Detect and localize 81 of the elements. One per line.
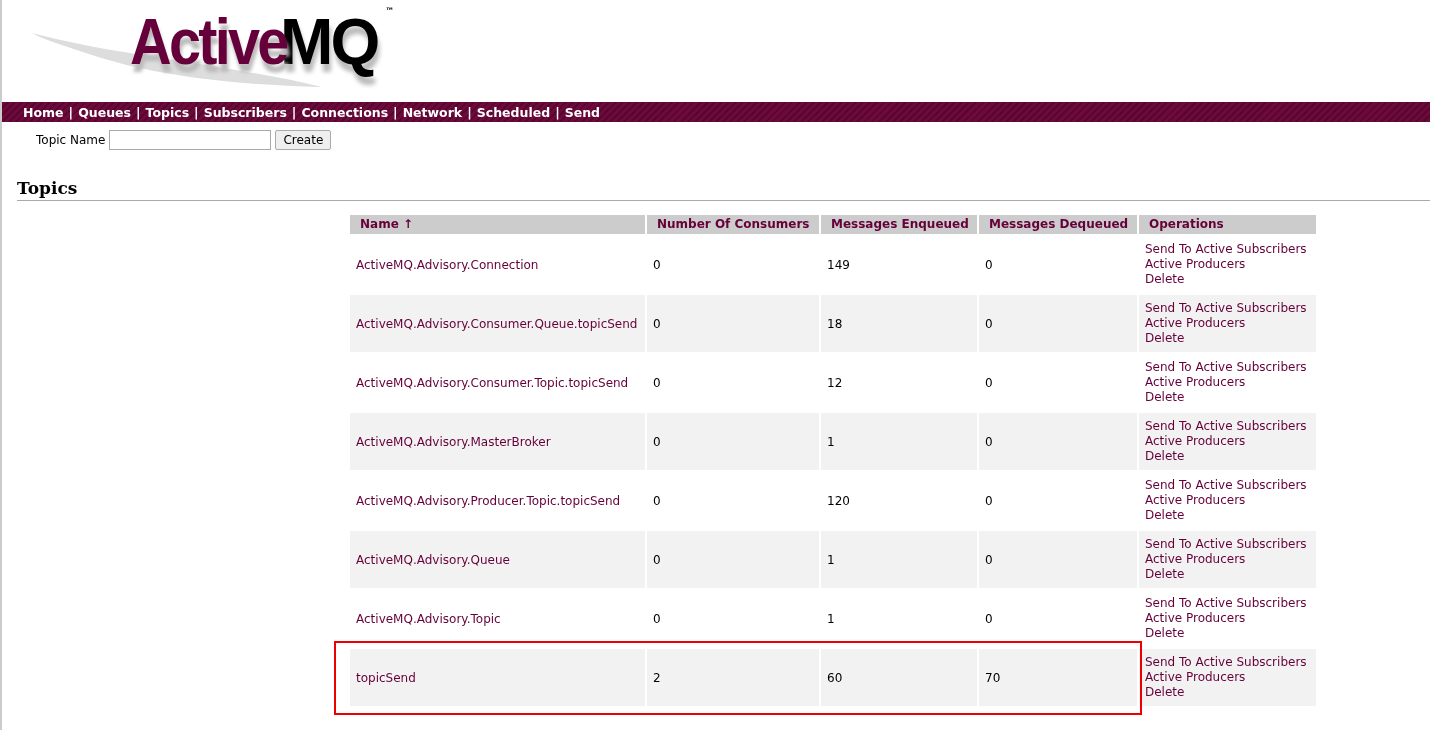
enqueued-count: 1 xyxy=(827,552,835,567)
column-header[interactable]: Name ↑ xyxy=(350,215,645,234)
dequeued-count: 70 xyxy=(985,670,1001,685)
column-header: Number Of Consumers xyxy=(647,215,819,234)
operation-link[interactable]: Delete xyxy=(1145,508,1310,523)
consumers-count: 0 xyxy=(653,552,661,567)
operation-link[interactable]: Delete xyxy=(1145,567,1310,582)
dequeued-count: 0 xyxy=(985,493,993,508)
consumers-count: 0 xyxy=(653,257,661,272)
operation-link[interactable]: Send To Active Subscribers xyxy=(1145,655,1310,670)
operation-link[interactable]: Send To Active Subscribers xyxy=(1145,596,1310,611)
topic-name-label: Topic Name xyxy=(36,133,106,147)
operation-link[interactable]: Delete xyxy=(1145,449,1310,464)
nav-separator: | xyxy=(194,104,199,120)
nav-link[interactable]: Network xyxy=(402,104,463,120)
column-header: Messages Enqueued xyxy=(821,215,977,234)
nav-separator: | xyxy=(467,104,472,120)
consumers-count: 0 xyxy=(653,611,661,626)
consumers-count: 0 xyxy=(653,375,661,390)
dequeued-count: 0 xyxy=(985,434,993,449)
topic-link[interactable]: ActiveMQ.Advisory.Queue xyxy=(356,552,510,567)
topic-link[interactable]: ActiveMQ.Advisory.Consumer.Queue.topicSend xyxy=(356,316,638,331)
operation-link[interactable]: Send To Active Subscribers xyxy=(1145,478,1310,493)
nav-separator: | xyxy=(291,104,297,120)
operation-link[interactable]: Send To Active Subscribers xyxy=(1145,242,1310,257)
consumers-count: 0 xyxy=(653,493,661,508)
operation-link[interactable]: Send To Active Subscribers xyxy=(1145,360,1310,375)
enqueued-count: 60 xyxy=(827,670,843,685)
enqueued-count: 120 xyxy=(827,493,850,508)
operation-link[interactable]: Delete xyxy=(1145,331,1310,346)
topic-link[interactable]: ActiveMQ.Advisory.Topic xyxy=(356,611,501,626)
operation-link[interactable]: Delete xyxy=(1145,626,1310,641)
create-button[interactable]: Create xyxy=(275,130,332,150)
nav-link[interactable]: Home xyxy=(23,104,64,120)
column-header: Operations xyxy=(1139,215,1316,234)
nav-separator: | xyxy=(135,104,141,120)
enqueued-count: 18 xyxy=(827,316,843,331)
operation-link[interactable]: Active Producers xyxy=(1145,611,1310,626)
nav-link[interactable]: Topics xyxy=(145,104,190,120)
operation-link[interactable]: Delete xyxy=(1145,685,1310,700)
consumers-count: 2 xyxy=(653,670,661,685)
nav-link[interactable]: Subscribers xyxy=(203,104,287,120)
enqueued-count: 149 xyxy=(827,257,850,272)
operation-link[interactable]: Active Producers xyxy=(1145,670,1310,685)
nav-link[interactable]: Queues xyxy=(78,104,131,120)
nav-separator: | xyxy=(393,104,398,120)
dequeued-count: 0 xyxy=(985,611,993,626)
column-header: Messages Dequeued xyxy=(979,215,1137,234)
nav-link[interactable]: Send xyxy=(564,104,601,120)
nav-separator: | xyxy=(555,104,560,120)
topic-link[interactable]: ActiveMQ.Advisory.Connection xyxy=(356,257,539,272)
operation-link[interactable]: Active Producers xyxy=(1145,257,1310,272)
dequeued-count: 0 xyxy=(985,375,993,390)
topic-name-input[interactable] xyxy=(109,130,272,150)
topic-link[interactable]: ActiveMQ.Advisory.MasterBroker xyxy=(356,434,551,449)
trademark-mark: ™ xyxy=(385,6,395,16)
consumers-count: 0 xyxy=(653,434,661,449)
topic-link[interactable]: ActiveMQ.Advisory.Producer.Topic.topicSend xyxy=(356,493,621,508)
operation-link[interactable]: Active Producers xyxy=(1145,316,1310,331)
enqueued-count: 1 xyxy=(827,611,835,626)
nav-separator: | xyxy=(68,104,74,120)
operation-link[interactable]: Active Producers xyxy=(1145,552,1310,567)
enqueued-count: 12 xyxy=(827,375,843,390)
enqueued-count: 1 xyxy=(827,434,835,449)
dequeued-count: 0 xyxy=(985,552,993,567)
topic-link[interactable]: ActiveMQ.Advisory.Consumer.Topic.topicSend xyxy=(356,375,629,390)
operation-link[interactable]: Active Producers xyxy=(1145,434,1310,449)
nav-link[interactable]: Scheduled xyxy=(476,104,551,120)
operation-link[interactable]: Active Producers xyxy=(1145,375,1310,390)
operation-link[interactable]: Send To Active Subscribers xyxy=(1145,537,1310,552)
operation-link[interactable]: Send To Active Subscribers xyxy=(1145,419,1310,434)
dequeued-count: 0 xyxy=(985,257,993,272)
consumers-count: 0 xyxy=(653,316,661,331)
operation-link[interactable]: Delete xyxy=(1145,272,1310,287)
page-heading: Topics xyxy=(17,178,1430,201)
operation-link[interactable]: Send To Active Subscribers xyxy=(1145,301,1310,316)
nav-link[interactable]: Connections xyxy=(301,104,389,120)
operation-link[interactable]: Active Producers xyxy=(1145,493,1310,508)
operation-link[interactable]: Delete xyxy=(1145,390,1310,405)
topic-link[interactable]: topicSend xyxy=(356,670,416,685)
dequeued-count: 0 xyxy=(985,316,993,331)
